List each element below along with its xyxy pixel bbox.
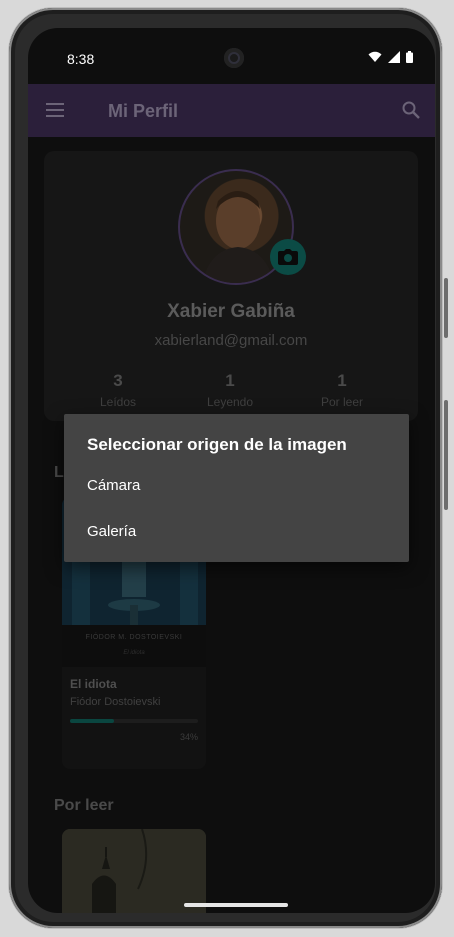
app-bar: Mi Perfil — [28, 84, 435, 137]
section-title-to-read: Por leer — [54, 797, 114, 814]
status-icons — [368, 51, 413, 63]
search-icon[interactable] — [401, 100, 421, 120]
reading-progress-fill — [70, 719, 114, 723]
book-cover-title: El idiota — [123, 650, 145, 656]
power-button — [444, 400, 448, 510]
stat-value: 1 — [337, 371, 347, 390]
profile-card: Xabier Gabiña xabierland@gmail.com 3 Leí… — [44, 151, 418, 421]
status-time: 8:38 — [67, 51, 95, 67]
stat-read: 3 Leídos — [68, 371, 168, 409]
reading-progress-bar — [70, 719, 198, 723]
dialog-option-camera[interactable]: Cámara — [64, 466, 409, 506]
stat-value: 3 — [113, 371, 123, 390]
volume-button — [444, 278, 448, 338]
stat-label: Leyendo — [206, 395, 254, 409]
book-title: El idiota — [70, 677, 117, 691]
home-indicator[interactable] — [184, 903, 288, 907]
battery-icon — [406, 51, 413, 63]
camera-icon — [278, 249, 298, 265]
stat-reading: 1 Leyendo — [180, 371, 280, 409]
change-photo-button[interactable] — [270, 239, 306, 275]
stat-value: 1 — [225, 371, 235, 390]
book-cover-author: FIÓDOR M. DOSTOIEVSKI — [85, 634, 183, 641]
wifi-icon — [368, 51, 382, 62]
signal-icon — [388, 51, 400, 63]
profile-name: Xabier Gabiña — [167, 301, 295, 322]
menu-icon[interactable] — [46, 102, 66, 118]
phone-screen: 8:38 Mi Perfil Xabier Gabiña xabierland@… — [28, 28, 435, 913]
page-title: Mi Perfil — [108, 101, 179, 121]
image-source-dialog: Seleccionar origen de la imagen Cámara G… — [64, 414, 409, 562]
book-author: Fiódor Dostoievski — [70, 696, 161, 708]
device-frame: 8:38 Mi Perfil Xabier Gabiña xabierland@… — [9, 8, 448, 928]
profile-email: xabierland@gmail.com — [154, 332, 308, 349]
book-cover-band — [62, 625, 206, 667]
reading-progress-label: 34% — [179, 732, 198, 742]
stat-label: Leídos — [99, 395, 137, 409]
stat-to-read: 1 Por leer — [292, 371, 392, 409]
front-camera — [224, 48, 244, 68]
stat-label: Por leer — [320, 395, 364, 409]
dialog-option-gallery[interactable]: Galería — [64, 512, 409, 552]
status-bar: 8:38 — [28, 28, 435, 84]
dialog-title: Seleccionar origen de la imagen — [87, 435, 347, 454]
book-card-to-read[interactable] — [62, 829, 206, 913]
book-cover-art-2 — [62, 829, 206, 913]
